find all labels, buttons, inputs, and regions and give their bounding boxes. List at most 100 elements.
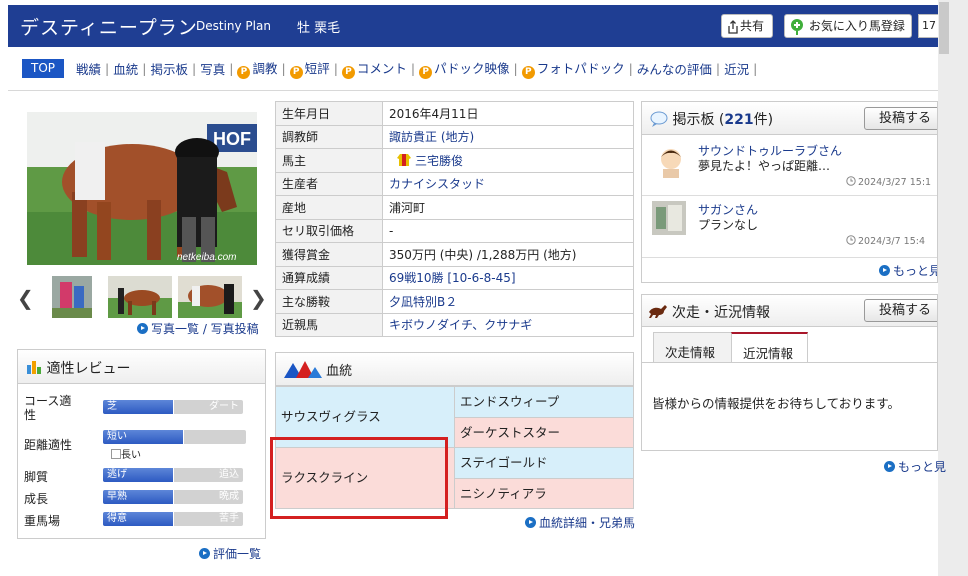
share-button[interactable]: 共有 [721,14,773,38]
news-more-label[interactable]: もっと見 [898,460,946,474]
nav-item-1[interactable]: 血統 [111,59,140,78]
circle-arrow-icon [884,461,895,472]
nav-item-label: フォトパドック [536,61,625,76]
profile-value[interactable]: キボウノダイチ、クサナギ [382,312,634,337]
profile-row: 産地 浦河町 [275,195,634,220]
bbs-count: 221 [724,112,754,128]
pedigree-detail-label[interactable]: 血統詳細・兄弟馬 [539,516,635,530]
nav-separator: | [410,61,416,76]
bbs-post[interactable]: サウンドトゥルーラブさん 夢見たよ！やっぱ距離… 2024/3/27 15:1 [650,142,937,190]
profile-key: 馬主 [275,148,383,173]
pedigree-sire-dam[interactable]: ダーケストスター [454,417,634,448]
photo-prev-arrow[interactable]: ❮ [17,286,34,310]
horse-photo-image: HOF netkeiba.com [27,112,257,265]
nav-item-label: 掲示板 [150,62,188,77]
avatar [661,149,681,178]
nav-top[interactable]: TOP [22,59,65,78]
horse-header: デスティニープラン Destiny Plan 牡 栗毛 共有 お気に入り馬登録 … [8,5,940,47]
nav-item-label: 血統 [113,62,139,77]
profile-value-text[interactable]: 69戦10勝 [10-6-8-45] [389,271,516,285]
profile-value-text[interactable]: カナイシスタッド [389,177,485,191]
favorite-button[interactable]: お気に入り馬登録 [784,14,912,38]
horse-name-en: Destiny Plan [196,19,271,33]
news-post-button[interactable]: 投稿する [864,299,937,322]
profile-value-text[interactable]: 三宅勝俊 [415,154,463,168]
pedigree-dam-sire[interactable]: ステイゴールド [454,447,634,479]
bbs-more-label[interactable]: もっと見 [893,264,937,278]
news-panel: 次走・近況情報 投稿する 次走情報 近況情報 皆様からの情報提供をお待ちしており… [641,294,938,451]
nav-item-2[interactable]: 掲示板 [148,59,190,78]
pedigree-sire-sire[interactable]: エンドスウィープ [454,386,634,418]
horse-profile-table: 生年月日 2016年4月11日 調教師 諏訪貴正 (地方) 馬主 三宅勝俊生産者 カナイシス… [275,101,634,337]
news-title: 次走・近況情報 [672,305,770,321]
pedigree-detail-link[interactable]: 血統詳細・兄弟馬 [525,514,635,531]
scrollbar[interactable] [938,0,968,576]
nav-item-6[interactable]: P コメント [340,58,409,79]
photo-list-link[interactable]: 写真一覧 / 写真投稿 [151,322,259,336]
nav-item-0[interactable]: 戦績 [74,59,103,78]
nav-item-label: みんなの評価 [636,62,712,77]
photo-next-arrow[interactable]: ❯ [250,286,267,310]
profile-value[interactable]: 三宅勝俊 [382,148,634,173]
profile-value[interactable]: 夕凪特別B２ [382,289,634,314]
bbs-post-date: 2024/3/7 15:4 [846,235,925,247]
running-horse-icon [649,305,667,318]
aptitude-left-label: 短い [107,431,127,442]
nav-item-4[interactable]: P 調教 [235,58,279,79]
nav-item-8[interactable]: P フォトパドック [520,58,627,79]
bbs-more-link[interactable]: もっと見 [879,262,937,279]
horse-photo[interactable]: HOF netkeiba.com [27,112,257,265]
aptitude-left-label: 芝 [107,401,117,412]
photo-thumbnail-1[interactable] [52,276,92,318]
profile-value: 2016年4月11日 [382,101,634,126]
profile-value-text[interactable]: 夕凪特別B２ [389,295,457,309]
review-list-link[interactable]: 評価一覧 [199,545,261,562]
nav-item-3[interactable]: 写真 [198,59,227,78]
bbs-title: 掲示板 [672,112,715,128]
profile-row: 生産者 カナイシスタッド [275,171,634,196]
profile-key: 獲得賞金 [275,242,383,267]
news-more-link[interactable]: もっと見 [884,458,946,475]
profile-value: 350万円 (中央) /1,288万円 (地方) [382,242,634,267]
profile-key: 主な勝鞍 [275,289,383,314]
profile-value-text[interactable]: キボウノダイチ、クサナギ [389,318,532,332]
aptitude-bar: 早熟 晩成 [103,490,243,504]
profile-value[interactable]: 69戦10勝 [10-6-8-45] [382,265,634,290]
clock-icon [846,235,856,245]
photo-links[interactable]: 写真一覧 / 写真投稿 [137,320,259,337]
profile-row: セリ取引価格 - [275,218,634,243]
bbs-divider [642,257,937,258]
profile-row: 獲得賞金 350万円 (中央) /1,288万円 (地方) [275,242,634,267]
nav-item-7[interactable]: P パドック映像 [417,58,511,79]
photo-watermark: netkeiba.com [177,252,236,263]
nav-separator: | [191,61,197,76]
tab-recent-news[interactable]: 近況情報 [731,332,808,362]
premium-p-icon: P [289,66,303,79]
circle-arrow-icon [199,548,210,559]
pedigree-dam-dam[interactable]: ニシノティアラ [454,478,634,509]
profile-row: 生年月日 2016年4月11日 [275,101,634,126]
aptitude-review-title: 適性レビュー [46,361,131,377]
profile-value[interactable]: カナイシスタッド [382,171,634,196]
review-list-label[interactable]: 評価一覧 [213,547,261,561]
profile-value-text: 浦河町 [389,200,426,215]
scrollbar-thumb[interactable] [939,2,949,54]
profile-key: 調教師 [275,124,383,149]
tab-next-race[interactable]: 次走情報 [653,332,732,362]
profile-value-text[interactable]: 諏訪貴正 (地方) [389,130,474,144]
nav-item-10[interactable]: 近況 [722,59,751,78]
nav-item-5[interactable]: P 短評 [288,58,332,79]
bbs-post-button[interactable]: 投稿する [864,107,937,130]
photo-thumbnail-2[interactable] [108,276,172,318]
profile-value[interactable]: 諏訪貴正 (地方) [382,124,634,149]
aptitude-left-label: 早熟 [107,491,127,502]
profile-key: 産地 [275,195,383,220]
nav-item-9[interactable]: みんなの評価 [635,59,714,78]
bbs-post[interactable]: サガンさん プランなし 2024/3/7 15:4 [650,201,937,249]
aptitude-label: 距離適性 [24,438,73,452]
bbs-post-message: 夢見たよ！やっぱ距離… [698,159,831,173]
bbs-post-date: 2024/3/27 15:1 [846,176,931,188]
circle-arrow-icon [879,265,890,276]
photo-thumbnail-3[interactable] [178,276,242,318]
bbs-panel: 掲示板 (221件) 投稿する サウンドトゥルーラブさん 夢見たよ！やっぱ距離… 2… [641,101,938,283]
